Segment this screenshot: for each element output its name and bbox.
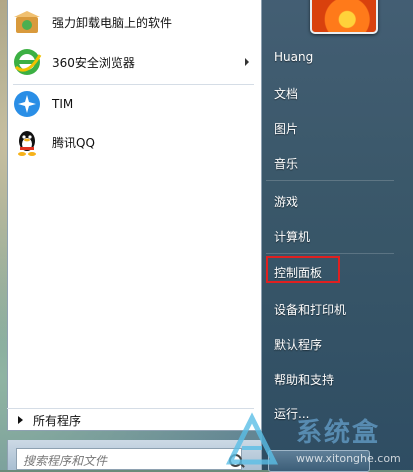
- program-label: TIM: [52, 97, 74, 111]
- all-programs-button[interactable]: 所有程序: [7, 408, 254, 431]
- places-item-computer[interactable]: 计算机: [274, 228, 394, 245]
- places-item-music[interactable]: 音乐: [274, 155, 394, 172]
- submenu-arrow-icon: [245, 58, 249, 66]
- qq-penguin-icon: [12, 127, 42, 157]
- places-item-documents[interactable]: 文档: [274, 85, 394, 102]
- control-panel-highlight: [266, 256, 340, 283]
- program-item-uninstaller[interactable]: 强力卸载电脑上的软件: [12, 6, 255, 38]
- places-item-pictures[interactable]: 图片: [274, 120, 394, 137]
- uninstall-box-icon: [12, 7, 42, 37]
- divider: [13, 84, 254, 85]
- program-item-qq[interactable]: 腾讯QQ: [12, 126, 255, 158]
- program-item-tim[interactable]: TIM: [12, 88, 255, 120]
- watermark-url: www.xitonghe.com: [296, 452, 401, 465]
- all-programs-label: 所有程序: [33, 413, 82, 428]
- places-item-devices-printers[interactable]: 设备和打印机: [274, 301, 394, 318]
- 360-browser-icon: [12, 47, 42, 77]
- search-icon[interactable]: [229, 454, 242, 467]
- places-item-default-programs[interactable]: 默认程序: [274, 336, 394, 353]
- places-item-games[interactable]: 游戏: [274, 193, 394, 210]
- divider: [266, 253, 394, 254]
- search-input[interactable]: 搜索程序和文件: [16, 448, 242, 470]
- tim-icon: [12, 89, 42, 119]
- program-label: 360安全浏览器: [52, 55, 135, 70]
- program-label: 腾讯QQ: [52, 135, 95, 150]
- places-item-user[interactable]: Huang: [274, 50, 394, 64]
- expand-arrow-icon: [18, 416, 23, 424]
- divider: [266, 180, 394, 181]
- program-item-360-browser[interactable]: 360安全浏览器: [12, 46, 255, 78]
- program-label: 强力卸载电脑上的软件: [52, 15, 173, 30]
- watermark-text: 系统盒: [296, 418, 381, 448]
- user-avatar[interactable]: [310, 0, 378, 34]
- places-item-help-support[interactable]: 帮助和支持: [274, 371, 394, 388]
